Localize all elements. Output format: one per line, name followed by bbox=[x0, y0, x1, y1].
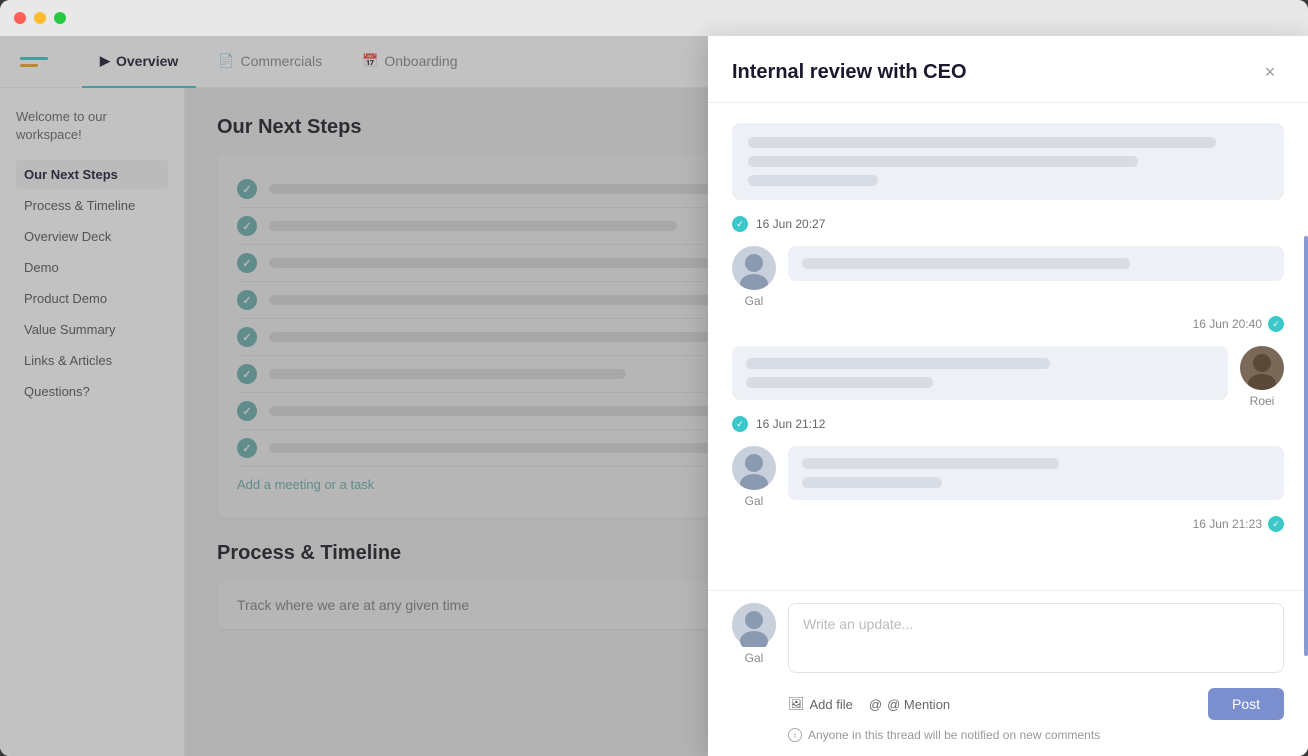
close-button[interactable]: × bbox=[1256, 58, 1284, 86]
modal-panel: Internal review with CEO × ✓ 16 Jun 20:2… bbox=[708, 36, 1308, 756]
timestamp-row-2: ✓ 16 Jun 21:12 bbox=[732, 416, 1284, 432]
skeleton-message bbox=[732, 123, 1284, 200]
mention-label: @ Mention bbox=[887, 697, 950, 712]
write-box bbox=[788, 603, 1284, 678]
add-file-icon: 🖼 bbox=[788, 696, 805, 712]
message-bubble-gal-1 bbox=[788, 246, 1284, 281]
write-area: Gal bbox=[732, 603, 1284, 678]
skeleton-line bbox=[746, 358, 1050, 369]
post-button[interactable]: Post bbox=[1208, 688, 1284, 720]
minimize-dot[interactable] bbox=[34, 12, 46, 24]
avatar-gal-2 bbox=[732, 446, 776, 490]
info-icon: i bbox=[788, 728, 802, 742]
message-roei: Roei bbox=[732, 346, 1284, 408]
timestamp-right-value: 16 Jun 20:40 bbox=[1193, 317, 1262, 331]
message-gal-2: Gal bbox=[732, 446, 1284, 508]
add-file-button[interactable]: 🖼 Add file bbox=[788, 696, 853, 712]
message-gal-1: Gal bbox=[732, 246, 1284, 308]
app-window: ▶ Overview 📄 Commercials 📅 Onboarding We… bbox=[0, 0, 1308, 756]
avatar-wrap-roei: Roei bbox=[1240, 346, 1284, 408]
footer-left-actions: 🖼 Add file @ @ Mention bbox=[788, 696, 950, 712]
avatar-wrap-gal-2: Gal bbox=[732, 446, 776, 508]
mention-icon: @ bbox=[869, 697, 882, 712]
message-bubble-roei bbox=[732, 346, 1228, 400]
timestamp-row: ✓ 16 Jun 20:27 bbox=[732, 216, 1284, 232]
skeleton-line bbox=[746, 377, 933, 388]
modal-header: Internal review with CEO × bbox=[708, 36, 1308, 103]
skeleton-line bbox=[748, 156, 1138, 167]
footer-avatar-name: Gal bbox=[745, 651, 764, 665]
titlebar bbox=[0, 0, 1308, 36]
avatar-name-roei: Roei bbox=[1250, 394, 1275, 408]
footer-actions: 🖼 Add file @ @ Mention Post bbox=[732, 688, 1284, 720]
modal-body[interactable]: ✓ 16 Jun 20:27 Gal bbox=[708, 103, 1308, 590]
timestamp-value: 16 Jun 20:27 bbox=[756, 217, 825, 231]
timestamp-value-2: 16 Jun 21:12 bbox=[756, 417, 825, 431]
avatar-name-gal: Gal bbox=[745, 294, 764, 308]
skeleton-line bbox=[802, 458, 1059, 469]
ts-check-icon: ✓ bbox=[732, 216, 748, 232]
modal-title: Internal review with CEO bbox=[732, 61, 967, 84]
modal-footer: Gal 🖼 Add file @ @ Mention Po bbox=[708, 590, 1308, 756]
avatar-gal bbox=[732, 246, 776, 290]
scrollbar-accent[interactable] bbox=[1304, 236, 1308, 656]
timestamp-right-value-2: 16 Jun 21:23 bbox=[1193, 517, 1262, 531]
update-input[interactable] bbox=[788, 603, 1284, 673]
timestamp-right-2: 16 Jun 21:23 ✓ bbox=[732, 516, 1284, 532]
close-dot[interactable] bbox=[14, 12, 26, 24]
ts-check-right-icon-2: ✓ bbox=[1268, 516, 1284, 532]
timestamp-right-1: 16 Jun 20:40 ✓ bbox=[732, 316, 1284, 332]
avatar-roei bbox=[1240, 346, 1284, 390]
ts-check-icon-2: ✓ bbox=[732, 416, 748, 432]
notice-text: Anyone in this thread will be notified o… bbox=[808, 728, 1100, 742]
avatar-wrap-gal: Gal bbox=[732, 246, 776, 308]
skeleton-line bbox=[802, 477, 942, 488]
add-file-label: Add file bbox=[810, 697, 853, 712]
skeleton-line bbox=[802, 258, 1130, 269]
notice-row: i Anyone in this thread will be notified… bbox=[732, 728, 1284, 742]
mention-button[interactable]: @ @ Mention bbox=[869, 697, 950, 712]
skeleton-line bbox=[748, 137, 1216, 148]
skeleton-line bbox=[748, 175, 878, 186]
ts-check-right-icon: ✓ bbox=[1268, 316, 1284, 332]
footer-avatar-wrap: Gal bbox=[732, 603, 776, 665]
avatar-name-gal-2: Gal bbox=[745, 494, 764, 508]
maximize-dot[interactable] bbox=[54, 12, 66, 24]
message-bubble-gal-2 bbox=[788, 446, 1284, 500]
footer-avatar bbox=[732, 603, 776, 647]
